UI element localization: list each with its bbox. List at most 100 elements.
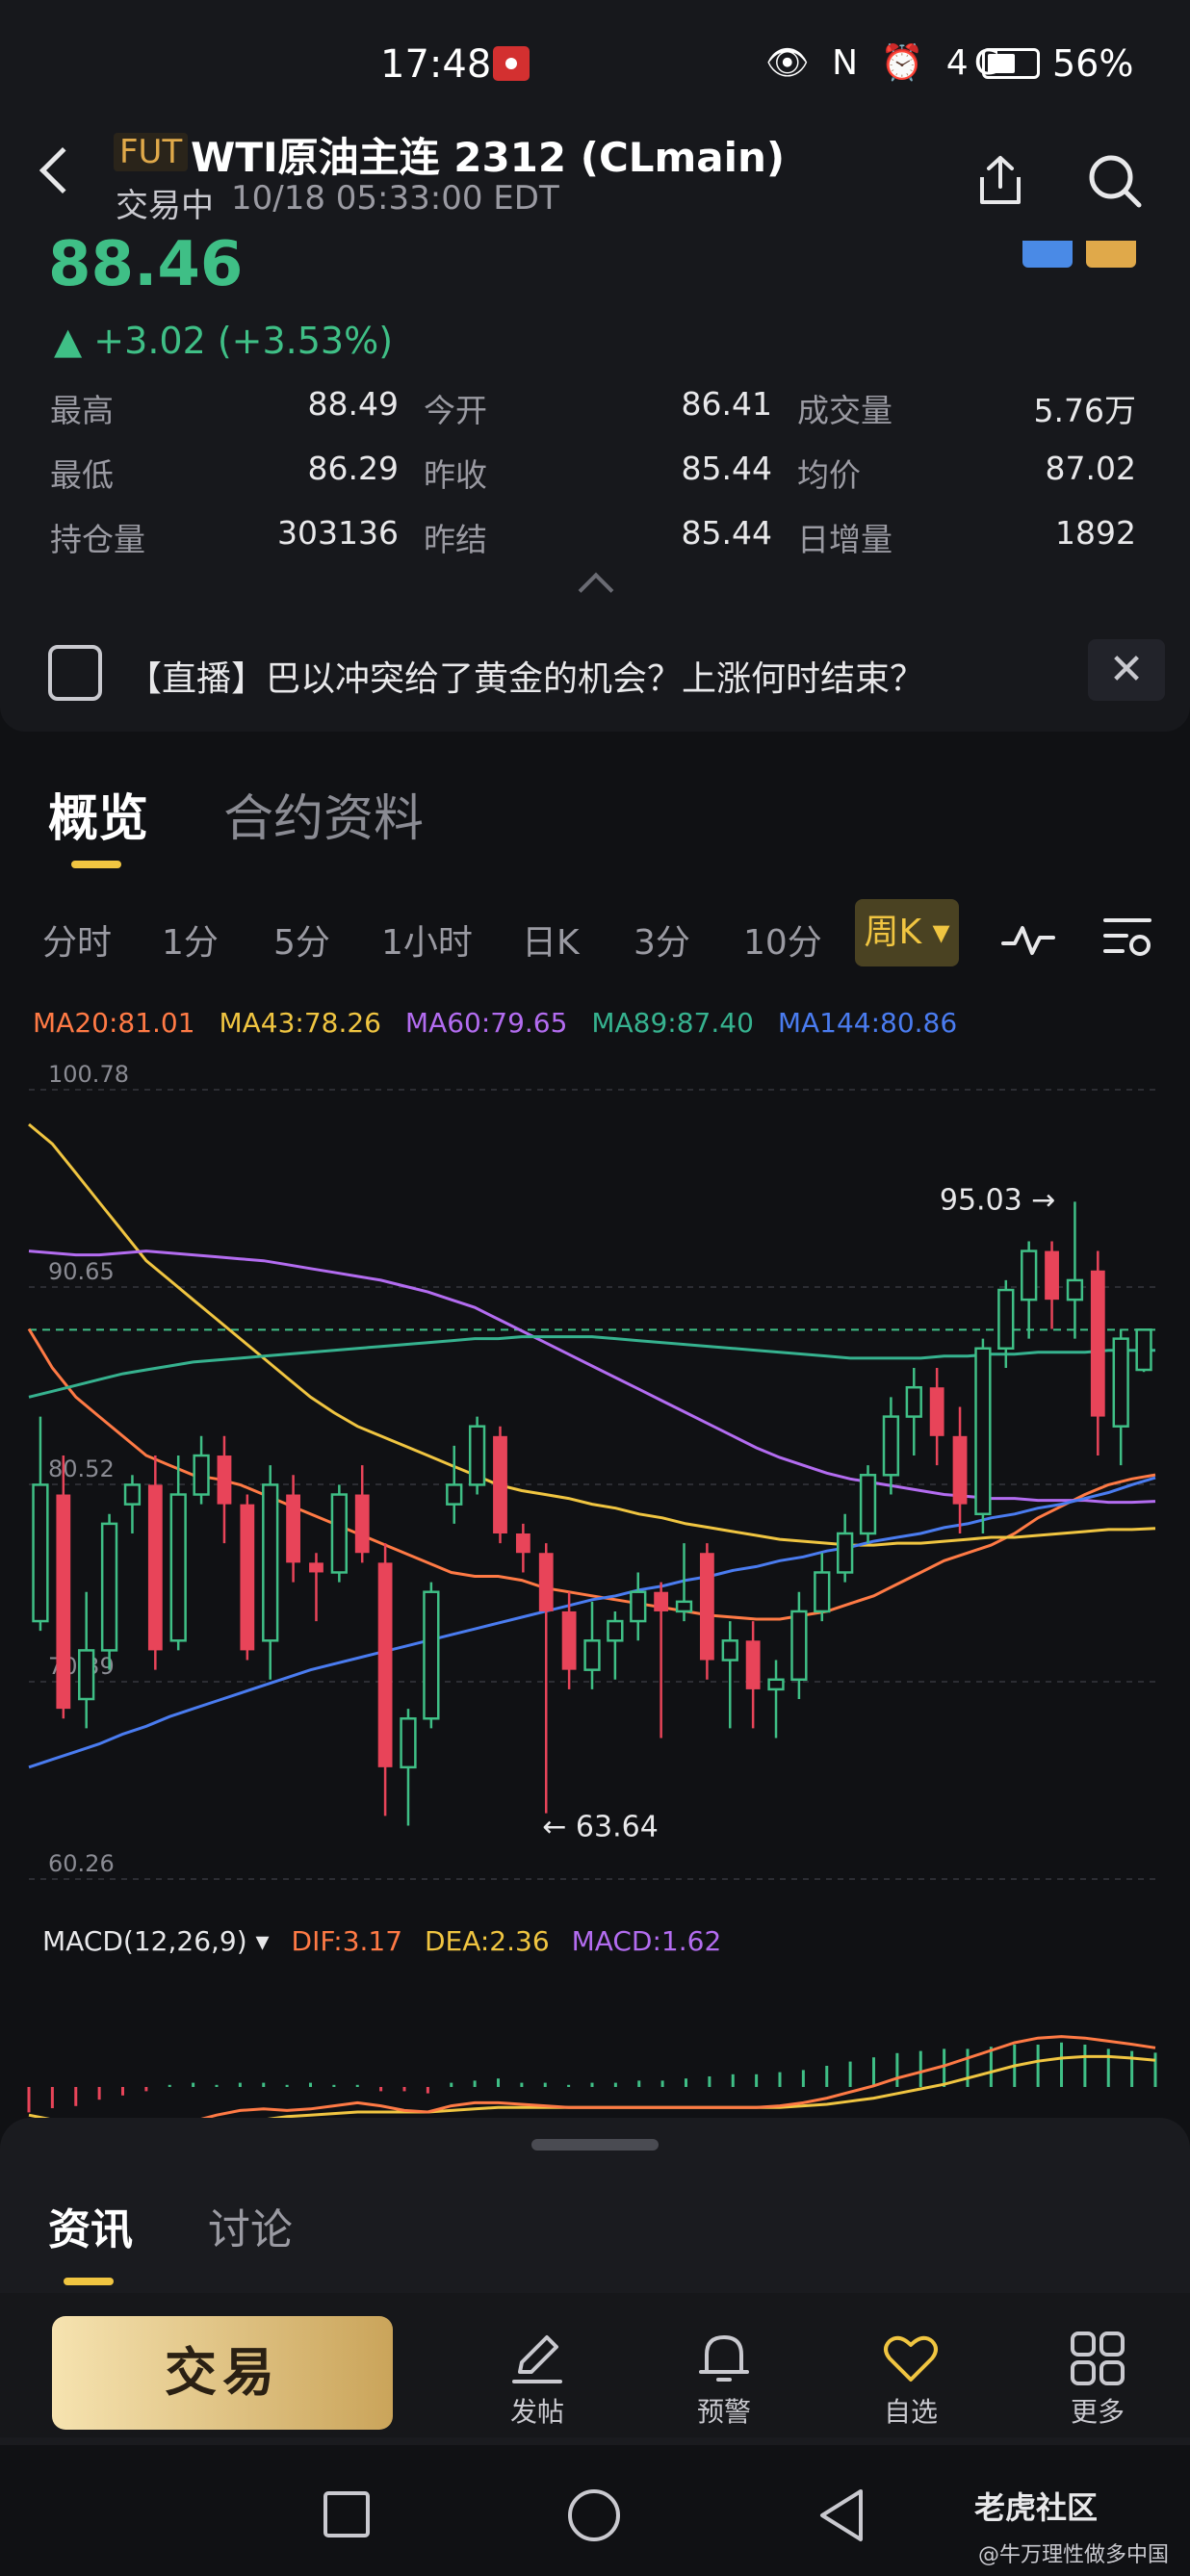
post-label: 发帖 xyxy=(509,2396,564,2428)
watermark-brand: 老虎社区 xyxy=(974,2489,1099,2526)
candle-body xyxy=(654,1591,669,1611)
period-3min[interactable]: 3分 xyxy=(634,914,690,965)
battery-percentage: 56% xyxy=(1052,42,1134,85)
stat-label: 昨结 xyxy=(424,521,487,558)
y-tick-label: 60.26 xyxy=(48,1850,115,1877)
dea-value: DEA:2.36 xyxy=(424,1925,550,1957)
price-change: ▲ +3.02 (+3.53%) xyxy=(54,320,394,362)
watchlist-label: 自选 xyxy=(883,2396,938,2428)
tab-overview[interactable]: 概览 xyxy=(48,778,148,850)
candle-body xyxy=(217,1455,232,1505)
candle-body xyxy=(1135,1328,1152,1372)
tab-contract-info[interactable]: 合约资料 xyxy=(223,778,424,850)
screen-record-icon xyxy=(493,46,530,81)
candle-body xyxy=(905,1385,922,1418)
tab-discussion[interactable]: 讨论 xyxy=(208,2195,293,2256)
candle-body xyxy=(446,1483,463,1506)
candle-body xyxy=(100,1522,118,1652)
post-button[interactable]: 发帖 xyxy=(479,2328,595,2430)
candle-body xyxy=(493,1435,507,1533)
stat-label: 均价 xyxy=(797,456,861,494)
stat-label: 持仓量 xyxy=(50,521,145,558)
low-price-label: ← 63.64 xyxy=(542,1811,659,1844)
candle-body xyxy=(767,1678,785,1691)
candle-body xyxy=(32,1483,49,1623)
indicator-icon[interactable] xyxy=(1001,920,1055,959)
home-icon[interactable] xyxy=(566,2487,622,2543)
ma43-value: MA43:78.26 xyxy=(219,1007,381,1039)
candle-body xyxy=(169,1493,187,1642)
quote-timestamp: 10/18 05:33:00 EDT xyxy=(231,179,559,218)
candle-body xyxy=(377,1562,393,1767)
share-icon[interactable] xyxy=(974,154,1026,206)
macd-value: MACD:1.62 xyxy=(571,1925,722,1957)
candle-body xyxy=(423,1590,440,1720)
status-icons: 👁 N ⏰ 4G xyxy=(765,43,1007,83)
watchlist-button[interactable]: 自选 xyxy=(853,2328,969,2430)
candle-body xyxy=(837,1532,854,1574)
period-daily[interactable]: 日K xyxy=(522,914,580,965)
candle-body xyxy=(607,1619,624,1642)
macd-dif-line xyxy=(200,2035,1156,2118)
candle-body xyxy=(56,1494,71,1710)
news-icon xyxy=(48,645,102,701)
info-chip[interactable] xyxy=(1022,241,1073,268)
stat-value: 88.49 xyxy=(307,385,399,423)
stat-value: 86.41 xyxy=(681,385,772,423)
period-1min[interactable]: 1分 xyxy=(162,914,219,965)
high-price-label: 95.03 → xyxy=(940,1183,1056,1217)
stat-label: 日增量 xyxy=(797,521,892,558)
period-10min[interactable]: 10分 xyxy=(743,914,822,965)
ma-legend: MA20:81.01 MA43:78.26 MA60:79.65 MA89:87… xyxy=(33,1007,972,1039)
candle-body xyxy=(721,1639,738,1662)
watermark-author: @牛万理性做多中国 xyxy=(978,2543,1170,2567)
back-nav-icon[interactable] xyxy=(816,2487,867,2543)
candle-body xyxy=(400,1716,417,1769)
candle-body xyxy=(1112,1337,1129,1428)
stat-label: 昨收 xyxy=(424,456,487,494)
candle-body xyxy=(699,1553,714,1661)
period-intraday[interactable]: 分时 xyxy=(42,914,112,965)
grid-icon xyxy=(1071,2331,1125,2385)
ma89-value: MA89:87.40 xyxy=(591,1007,754,1039)
more-button[interactable]: 更多 xyxy=(1040,2328,1155,2430)
page-title: WTI原油主连 2312 (CLmain) xyxy=(191,134,786,181)
candle-body xyxy=(1045,1250,1059,1301)
tab-news[interactable]: 资讯 xyxy=(48,2195,133,2256)
more-label: 更多 xyxy=(1070,2396,1125,2428)
macd-legend: MACD(12,26,9) ▾ DIF:3.17 DEA:2.36 MACD:1… xyxy=(42,1925,735,1957)
search-icon[interactable] xyxy=(1086,152,1144,210)
candle-body xyxy=(561,1610,577,1670)
period-weekly-dropdown[interactable]: 周K ▾ xyxy=(855,899,959,966)
candle-body xyxy=(240,1504,255,1651)
trade-button[interactable]: 交易 xyxy=(52,2316,393,2430)
period-5min[interactable]: 5分 xyxy=(273,914,330,965)
candle-body xyxy=(814,1571,831,1613)
drag-handle[interactable] xyxy=(531,2139,659,2151)
candle-body xyxy=(952,1435,968,1505)
stat-value: 85.44 xyxy=(681,514,772,552)
candle-body xyxy=(123,1483,142,1506)
recents-icon[interactable] xyxy=(322,2489,372,2539)
info-chip[interactable] xyxy=(1086,241,1136,268)
candle-body xyxy=(193,1454,210,1496)
period-1hour[interactable]: 1小时 xyxy=(381,914,473,965)
trade-status: 交易中 xyxy=(116,187,214,225)
candle-body xyxy=(583,1639,601,1671)
candle-body xyxy=(1066,1278,1084,1301)
stat-label: 最高 xyxy=(50,392,114,429)
alert-button[interactable]: 预警 xyxy=(666,2328,782,2430)
pen-icon xyxy=(512,2335,562,2383)
candle-body xyxy=(745,1640,761,1689)
heart-icon xyxy=(884,2335,938,2382)
close-icon[interactable]: ✕ xyxy=(1088,639,1165,701)
stat-value: 87.02 xyxy=(1045,450,1136,487)
kline-chart[interactable]: 100.7890.6580.5270.3960.2695.03 →← 63.64 xyxy=(0,1059,1190,2118)
candle-body xyxy=(262,1483,279,1642)
chart-settings-icon[interactable] xyxy=(1101,914,1153,963)
stat-value: 85.44 xyxy=(681,450,772,487)
news-banner-text[interactable]: 【直播】巴以冲突给了黄金的机会？上涨何时结束？ xyxy=(127,651,924,701)
macd-selector[interactable]: MACD(12,26,9) ▾ xyxy=(42,1925,270,1957)
ma60-value: MA60:79.65 xyxy=(404,1007,568,1039)
tab-active-indicator xyxy=(71,861,121,868)
